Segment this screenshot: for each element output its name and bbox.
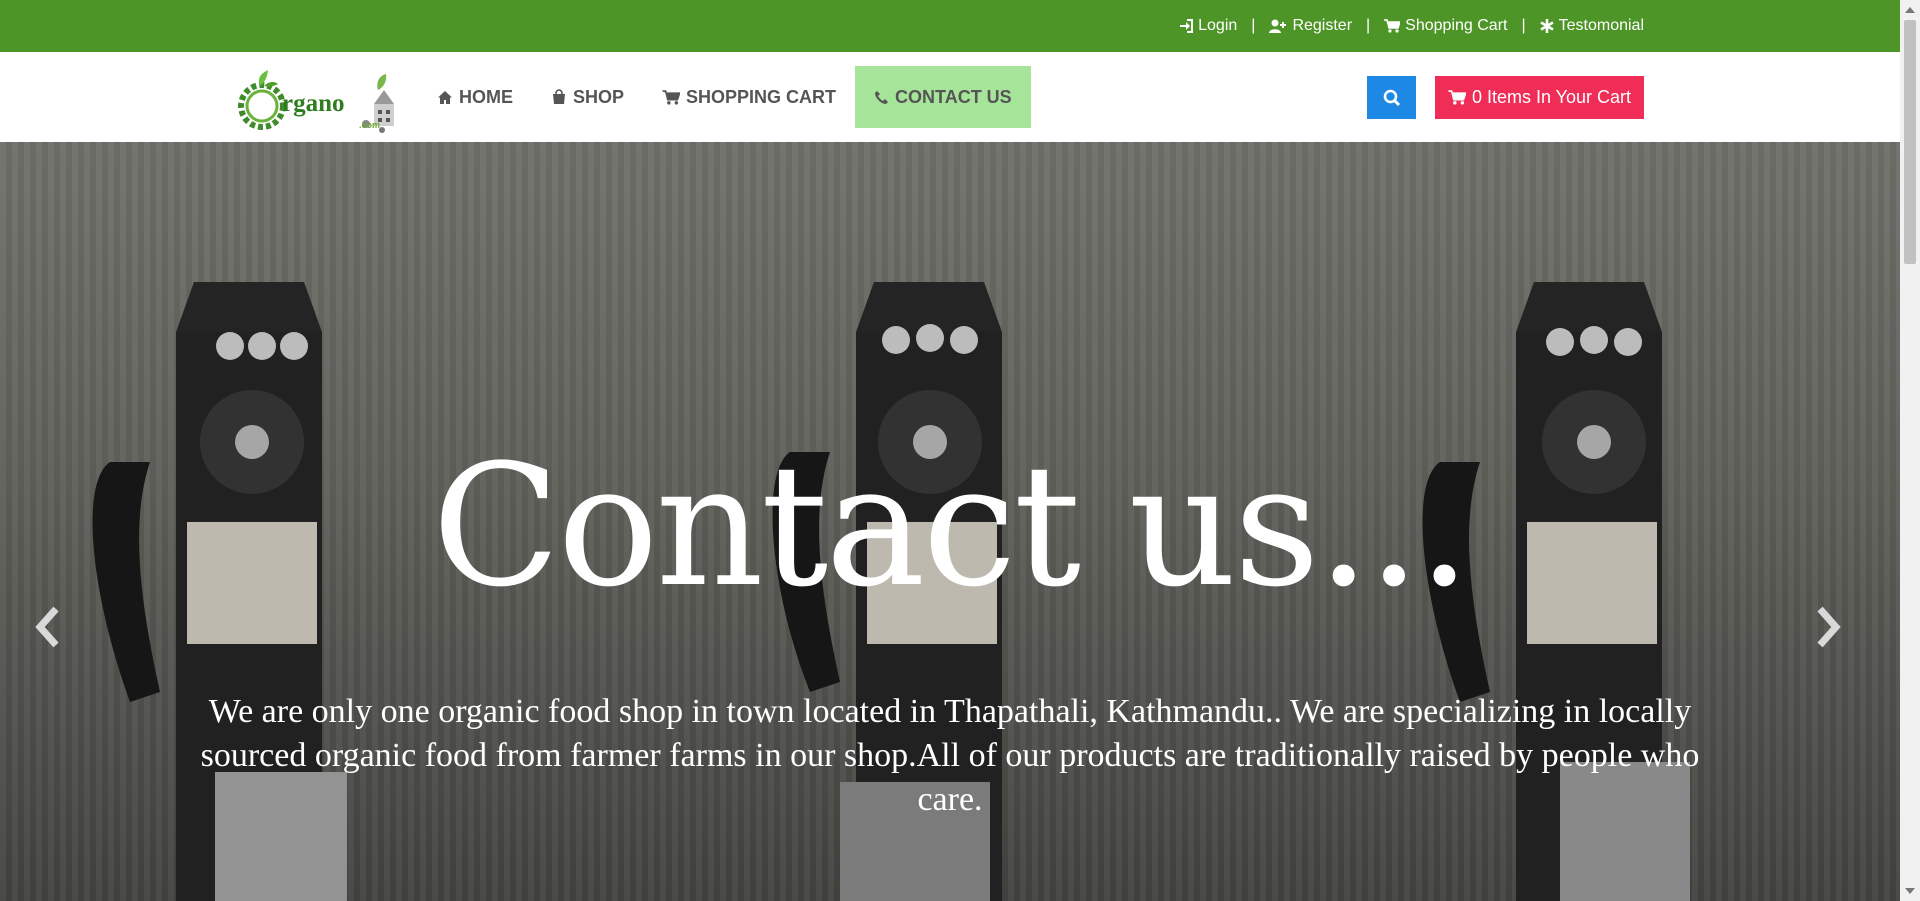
testimonial-link[interactable]: Testomonial bbox=[1539, 17, 1644, 35]
cart-icon bbox=[1384, 19, 1401, 33]
bag-icon bbox=[553, 89, 565, 104]
scroll-up-arrow-icon[interactable] bbox=[1905, 7, 1915, 13]
cart-button[interactable]: 0 Items In Your Cart bbox=[1435, 76, 1644, 119]
search-button[interactable] bbox=[1367, 76, 1416, 119]
primary-nav: HOME SHOP SHOPPING CART CONTACT US bbox=[418, 66, 1031, 128]
nav-shopping-cart[interactable]: SHOPPING CART bbox=[643, 66, 855, 128]
vertical-scrollbar[interactable] bbox=[1900, 0, 1920, 901]
top-bar: Login | Register | Shopping Cart | Testo… bbox=[0, 0, 1900, 52]
top-links: Login | Register | Shopping Cart | Testo… bbox=[1179, 0, 1644, 52]
login-link[interactable]: Login bbox=[1179, 17, 1237, 35]
hero-carousel: Contact us... We are only one organic fo… bbox=[0, 142, 1900, 901]
testimonial-label: Testomonial bbox=[1558, 17, 1644, 34]
register-label: Register bbox=[1292, 17, 1353, 34]
register-link[interactable]: Register bbox=[1269, 17, 1352, 35]
site-logo[interactable]: rgano .com bbox=[238, 66, 398, 138]
sign-in-icon bbox=[1180, 19, 1194, 33]
carousel-next-button[interactable] bbox=[1808, 597, 1848, 657]
main-navbar: rgano .com HOME SHOP SHOPPING CART CONTA… bbox=[0, 52, 1900, 143]
chevron-right-icon bbox=[1817, 606, 1841, 648]
cart-icon bbox=[662, 89, 681, 105]
separator: | bbox=[1366, 17, 1371, 34]
cart-button-label: 0 Items In Your Cart bbox=[1471, 87, 1632, 107]
logo-suffix: .com bbox=[359, 120, 381, 130]
chevron-left-icon bbox=[35, 606, 59, 648]
user-plus-icon bbox=[1269, 19, 1287, 33]
nav-contact-us-label: CONTACT US bbox=[895, 86, 1012, 107]
separator: | bbox=[1251, 17, 1256, 34]
scroll-down-arrow-icon[interactable] bbox=[1905, 888, 1915, 894]
nav-shop-label: SHOP bbox=[573, 86, 625, 107]
search-icon bbox=[1383, 89, 1400, 106]
nav-home[interactable]: HOME bbox=[418, 66, 532, 128]
shopping-cart-link[interactable]: Shopping Cart bbox=[1384, 17, 1507, 35]
cart-icon bbox=[1448, 90, 1466, 105]
logo-text: rgano bbox=[282, 90, 345, 117]
scrollbar-thumb[interactable] bbox=[1904, 20, 1916, 264]
phone-icon bbox=[875, 90, 889, 104]
nav-shop[interactable]: SHOP bbox=[532, 66, 643, 128]
hero-description: We are only one organic food shop in tow… bbox=[200, 693, 1700, 818]
nav-shopping-cart-label: SHOPPING CART bbox=[686, 86, 837, 107]
shopping-cart-label: Shopping Cart bbox=[1405, 17, 1508, 34]
nav-contact-us[interactable]: CONTACT US bbox=[855, 66, 1031, 128]
hero-title: Contact us... bbox=[431, 428, 1471, 624]
separator: | bbox=[1521, 17, 1526, 34]
carousel-prev-button[interactable] bbox=[28, 597, 68, 657]
login-label: Login bbox=[1198, 17, 1238, 34]
asterisk-icon bbox=[1539, 19, 1554, 33]
nav-home-label: HOME bbox=[459, 86, 513, 107]
home-icon bbox=[438, 90, 452, 104]
